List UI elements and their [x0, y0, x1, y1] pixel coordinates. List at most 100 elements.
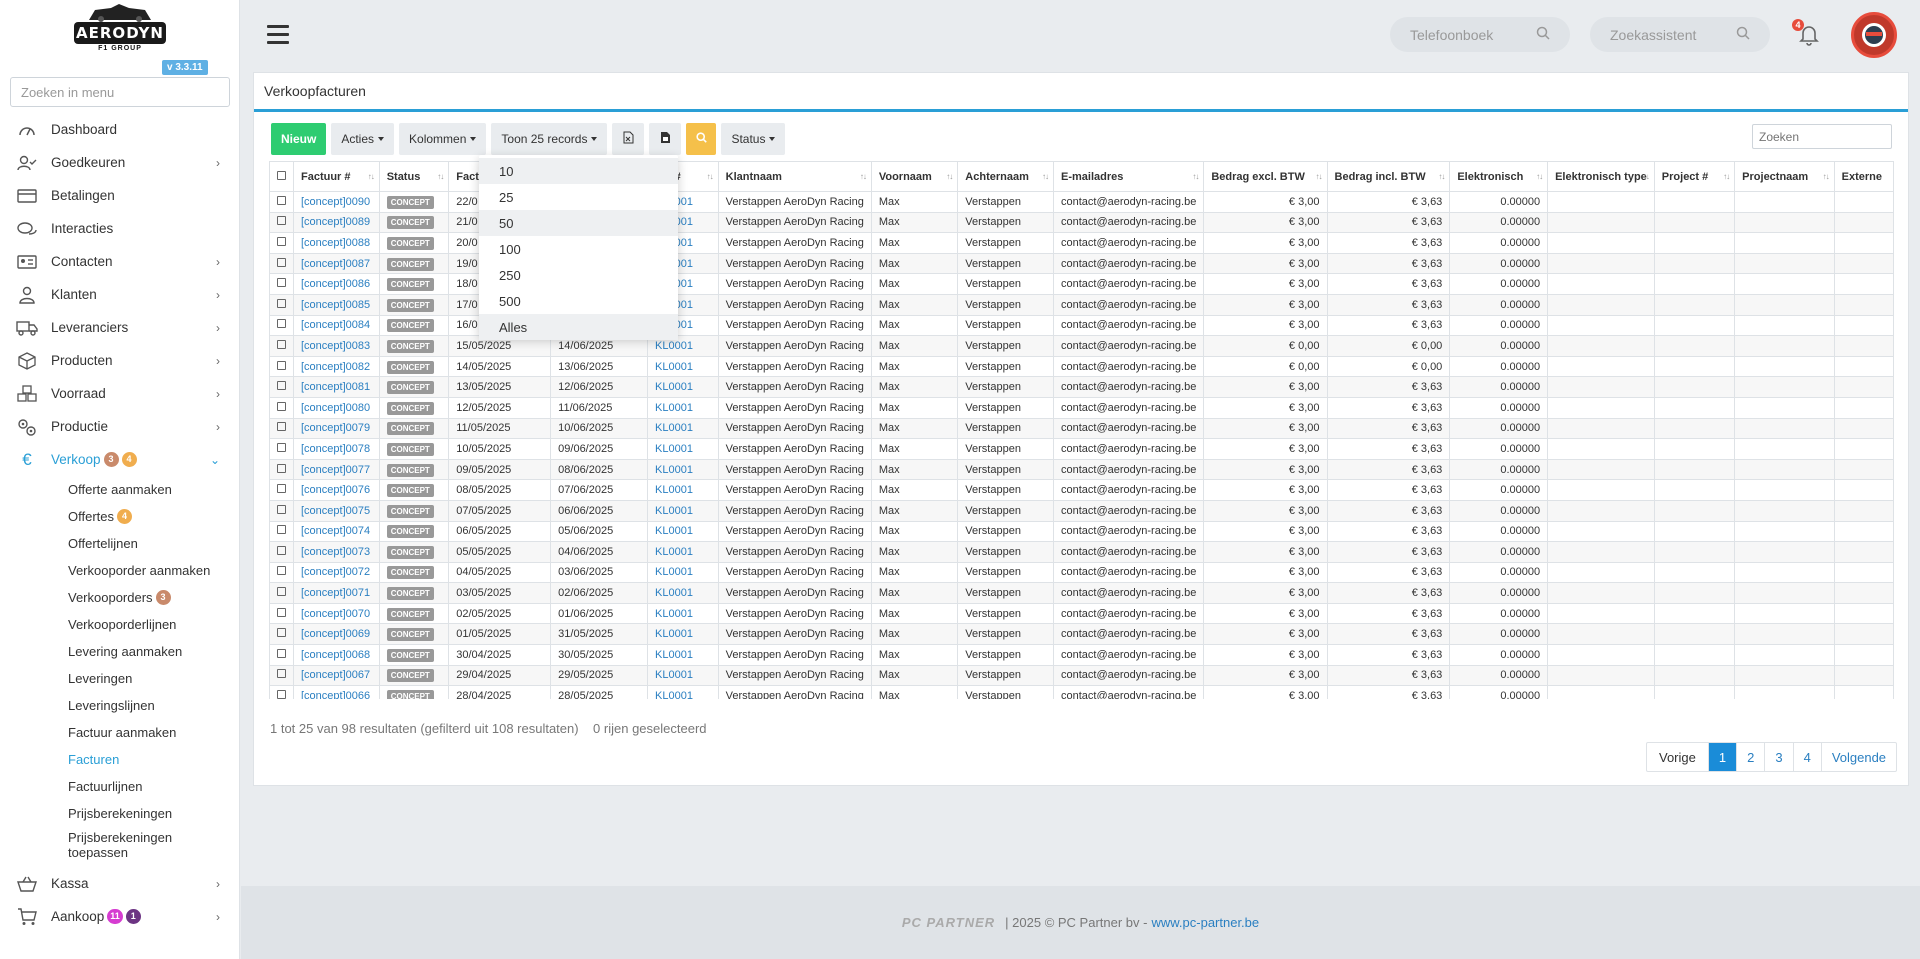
submenu-verkooporder-aanmaken[interactable]: Verkooporder aanmaken	[0, 557, 240, 584]
row-checkbox[interactable]	[277, 545, 286, 555]
row-checkbox[interactable]	[277, 339, 286, 349]
row-checkbox[interactable]	[277, 525, 286, 535]
row-checkbox[interactable]	[277, 401, 286, 411]
submenu-levering-aanmaken[interactable]: Levering aanmaken	[0, 638, 240, 665]
submenu-facturen[interactable]: Facturen	[0, 746, 240, 773]
customer-number-link[interactable]: KL0001	[647, 417, 719, 440]
table-row[interactable]: [concept]0082 CONCEPT 14/05/2025 13/06/2025…	[269, 355, 1894, 378]
menu-search-input[interactable]	[10, 77, 230, 107]
sidebar-item-aankoop[interactable]: Aankoop 11 1 ›	[0, 900, 240, 933]
column-header[interactable]: Projectnaam ↑↓	[1734, 161, 1835, 192]
pagination-page-4[interactable]: 4	[1794, 743, 1822, 771]
invoice-number-link[interactable]: [concept]0071	[293, 582, 380, 604]
row-checkbox[interactable]	[277, 298, 286, 308]
table-row[interactable]: [concept]0067 CONCEPT 29/04/2025 29/05/2025…	[269, 664, 1894, 687]
sidebar-item-producten[interactable]: Producten ›	[0, 344, 240, 377]
row-checkbox[interactable]	[277, 257, 286, 267]
pagination-page-1[interactable]: 1	[1708, 743, 1738, 771]
invoice-number-link[interactable]: [concept]0090	[293, 191, 380, 213]
table-row[interactable]: [concept]0075 CONCEPT 07/05/2025 06/06/2025…	[269, 499, 1894, 522]
assistant-search[interactable]: Zoekassistent	[1590, 17, 1770, 52]
sidebar-item-verkoop[interactable]: € Verkoop 3 4 ⌄	[0, 443, 240, 476]
table-row[interactable]: [concept]0068 CONCEPT 30/04/2025 30/05/2025…	[269, 644, 1894, 666]
select-all-header[interactable]	[269, 161, 294, 192]
row-checkbox[interactable]	[277, 216, 286, 226]
invoice-number-link[interactable]: [concept]0079	[293, 417, 380, 440]
hamburger-menu-icon[interactable]	[267, 25, 289, 44]
page-length-option-500[interactable]: 500	[479, 288, 678, 314]
row-checkbox[interactable]	[277, 504, 286, 514]
sidebar-item-klanten[interactable]: Klanten ›	[0, 278, 240, 311]
row-checkbox[interactable]	[277, 442, 286, 452]
footer-website-link[interactable]: www.pc-partner.be	[1151, 915, 1259, 930]
phonebook-search[interactable]: Telefoonboek	[1390, 17, 1570, 52]
columns-dropdown-button[interactable]: Kolommen	[399, 123, 487, 155]
customer-number-link[interactable]: KL0001	[647, 623, 719, 646]
customer-number-link[interactable]: KL0001	[647, 396, 719, 419]
pagination-previous[interactable]: Vorige	[1647, 743, 1709, 771]
page-length-option-50[interactable]: 50	[479, 210, 678, 236]
sidebar-item-interacties[interactable]: Interacties	[0, 212, 240, 245]
row-checkbox[interactable]	[277, 381, 286, 391]
pagination-page-3[interactable]: 3	[1765, 743, 1794, 771]
invoice-number-link[interactable]: [concept]0081	[293, 376, 380, 398]
customer-number-link[interactable]: KL0001	[647, 685, 719, 699]
column-header[interactable]: Elektronisch type ↑↓	[1547, 161, 1655, 192]
row-checkbox[interactable]	[277, 278, 286, 288]
sidebar-item-contacten[interactable]: Contacten ›	[0, 245, 240, 278]
column-header[interactable]: Voornaam ↑↓	[870, 161, 959, 192]
export-excel-button[interactable]	[612, 123, 645, 155]
column-header[interactable]: E-mailadres ↑↓	[1053, 161, 1205, 192]
table-search-input[interactable]	[1752, 124, 1892, 149]
table-row[interactable]: [concept]0072 CONCEPT 04/05/2025 03/06/2025…	[269, 561, 1894, 584]
row-checkbox[interactable]	[277, 566, 286, 576]
new-button[interactable]: Nieuw	[271, 123, 327, 155]
invoice-number-link[interactable]: [concept]0068	[293, 644, 380, 666]
sidebar-item-voorraad[interactable]: Voorraad ›	[0, 377, 240, 410]
invoice-number-link[interactable]: [concept]0082	[293, 355, 380, 378]
row-checkbox[interactable]	[277, 422, 286, 432]
row-checkbox[interactable]	[277, 463, 286, 473]
submenu-factuur-aanmaken[interactable]: Factuur aanmaken	[0, 719, 240, 746]
table-row[interactable]: [concept]0077 CONCEPT 09/05/2025 08/06/2025…	[269, 458, 1894, 481]
submenu-verkooporders[interactable]: Verkooporders 3	[0, 584, 240, 611]
customer-number-link[interactable]: KL0001	[647, 664, 719, 687]
pagination-next[interactable]: Volgende	[1822, 743, 1896, 771]
company-logo[interactable]: AERODYN F1 GROUP	[72, 2, 168, 56]
invoice-number-link[interactable]: [concept]0087	[293, 252, 380, 275]
customer-number-link[interactable]: KL0001	[647, 602, 719, 625]
column-header[interactable]: Bedrag excl. BTW ↑↓	[1203, 161, 1328, 192]
table-row[interactable]: [concept]0080 CONCEPT 12/05/2025 11/06/2025…	[269, 396, 1894, 419]
export-pdf-button[interactable]	[649, 123, 682, 155]
sidebar-item-betalingen[interactable]: Betalingen	[0, 179, 240, 212]
submenu-offertes[interactable]: Offertes 4	[0, 503, 240, 530]
submenu-offertelijnen[interactable]: Offertelijnen	[0, 530, 240, 557]
customer-number-link[interactable]: KL0001	[647, 376, 719, 398]
page-length-option-all[interactable]: Alles	[479, 314, 678, 340]
customer-number-link[interactable]: KL0001	[647, 541, 719, 563]
submenu-leveringen[interactable]: Leveringen	[0, 665, 240, 692]
page-length-dropdown-button[interactable]: Toon 25 records	[491, 123, 608, 155]
column-header[interactable]: Factuur # ↑↓	[293, 161, 380, 192]
sidebar-item-leveranciers[interactable]: Leveranciers ›	[0, 311, 240, 344]
row-checkbox[interactable]	[277, 195, 286, 205]
submenu-leveringslijnen[interactable]: Leveringslijnen	[0, 692, 240, 719]
customer-number-link[interactable]: KL0001	[647, 438, 719, 460]
customer-number-link[interactable]: KL0001	[647, 355, 719, 378]
invoice-number-link[interactable]: [concept]0078	[293, 438, 380, 460]
invoice-number-link[interactable]: [concept]0080	[293, 396, 380, 419]
invoice-number-link[interactable]: [concept]0073	[293, 541, 380, 563]
row-checkbox[interactable]	[277, 669, 286, 679]
search-toggle-button[interactable]	[686, 123, 717, 155]
row-checkbox[interactable]	[277, 360, 286, 370]
submenu-factuurlijnen[interactable]: Factuurlijnen	[0, 773, 240, 800]
column-header[interactable]: Project # ↑↓	[1653, 161, 1736, 192]
status-dropdown-button[interactable]: Status	[721, 123, 786, 155]
page-length-option-250[interactable]: 250	[479, 262, 678, 288]
submenu-verkooporderlijnen[interactable]: Verkooporderlijnen	[0, 611, 240, 638]
row-checkbox[interactable]	[277, 484, 286, 494]
submenu-prijsberekeningen[interactable]: Prijsberekeningen	[0, 800, 240, 827]
column-header[interactable]: Elektronisch ↑↓	[1449, 161, 1549, 192]
invoice-number-link[interactable]: [concept]0085	[293, 293, 380, 316]
invoice-number-link[interactable]: [concept]0066	[293, 685, 380, 699]
